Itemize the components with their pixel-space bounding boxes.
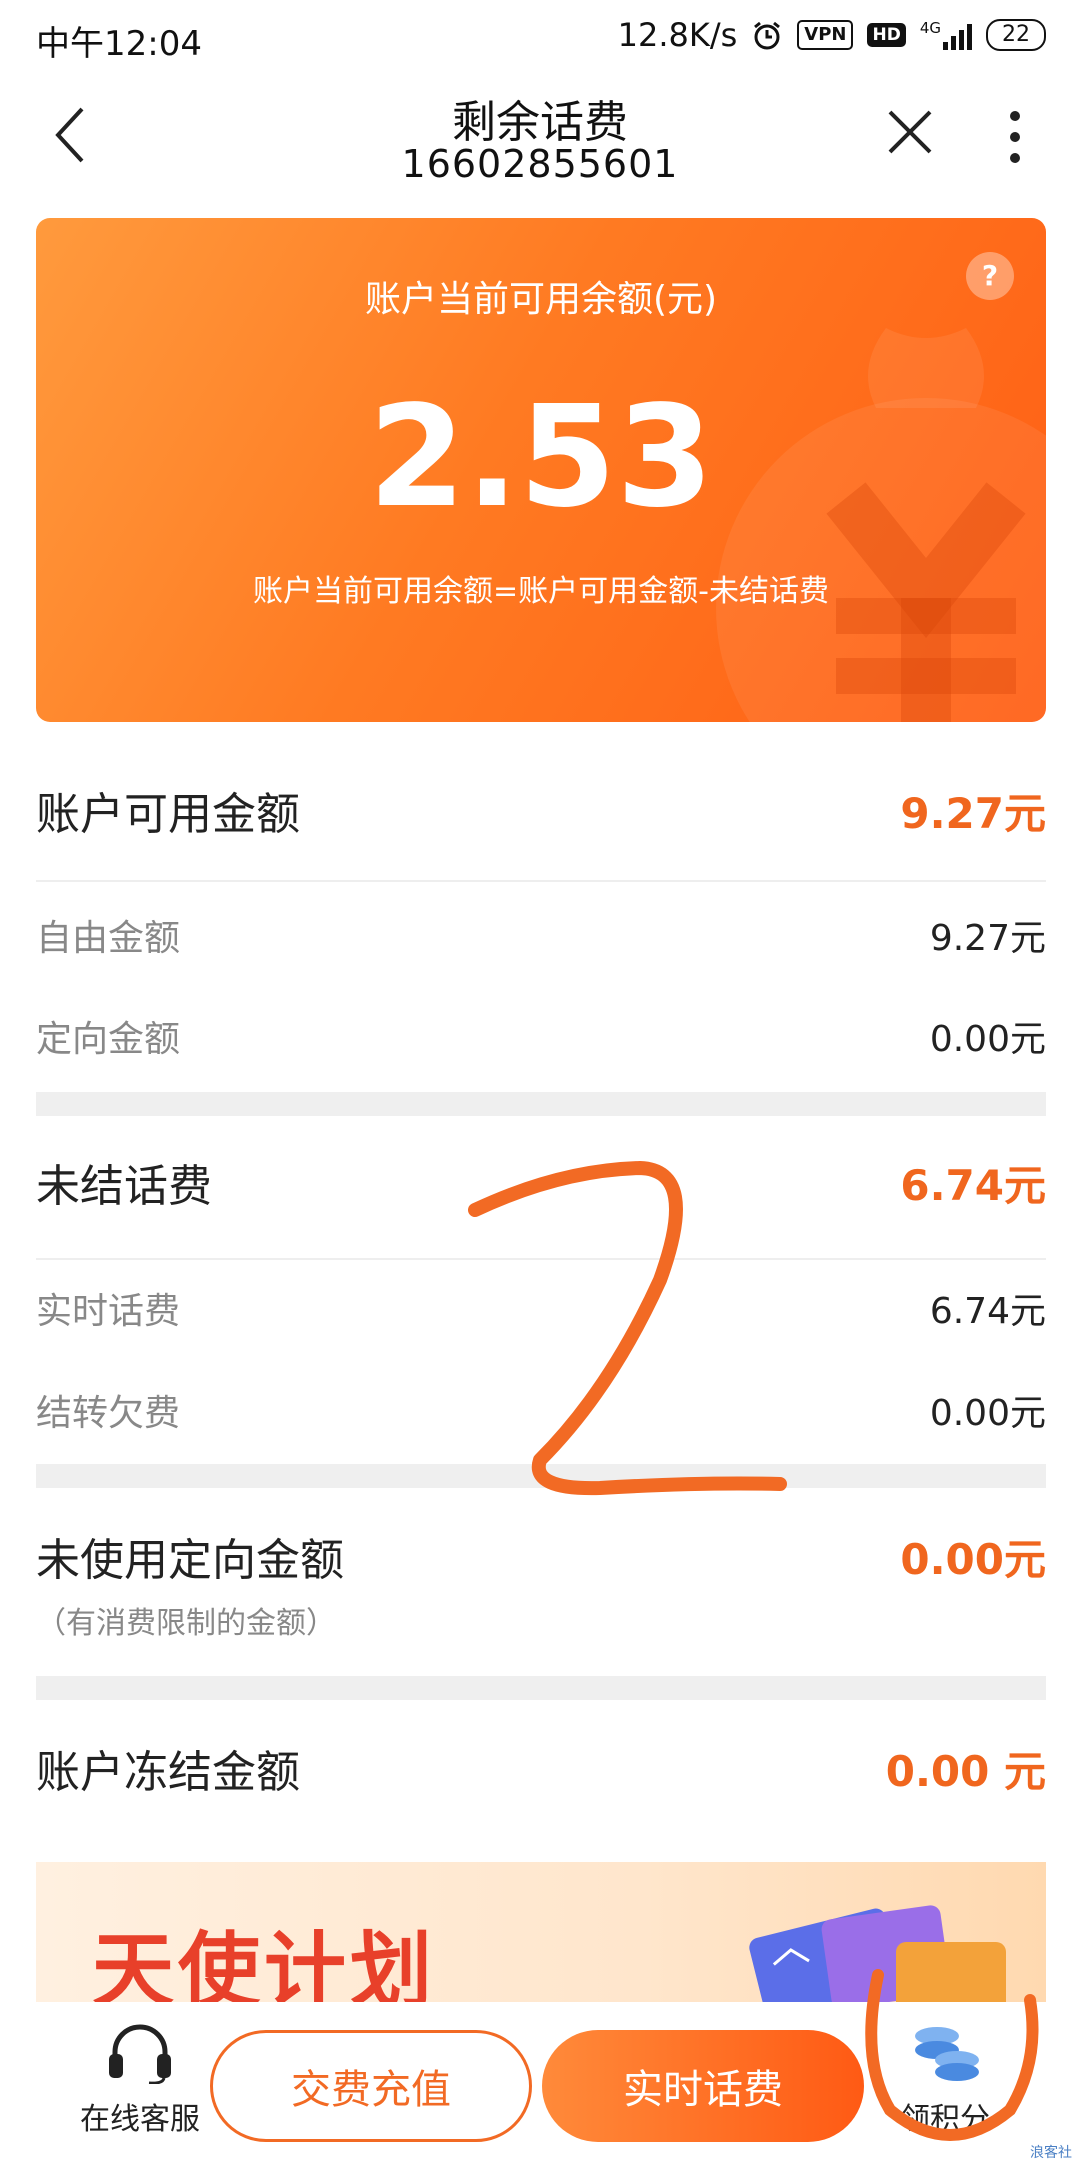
frozen-amount-value: 0.00 元 [885, 1746, 1046, 1796]
close-icon [888, 110, 932, 154]
pay-recharge-button[interactable]: 交费充值 [210, 2030, 532, 2142]
realtime-fee-button[interactable]: 实时话费 [542, 2030, 864, 2142]
free-amount-label: 自由金额 [36, 918, 181, 959]
status-icons: 12.8K/s VPN HD 4G 22 [618, 16, 1046, 54]
directed-amount-value: 0.00元 [929, 1019, 1046, 1060]
carryover-debt-label: 结转欠费 [36, 1393, 181, 1434]
divider [36, 880, 1046, 882]
balance-amount: 2.53 [368, 376, 714, 539]
banner-title: 天使计划 [92, 1924, 437, 2012]
unused-directed-row: 未使用定向金额 0.00元 [36, 1516, 1046, 1596]
close-button[interactable] [880, 102, 940, 162]
more-dot [1010, 153, 1020, 163]
claim-points-label: 领积分 [900, 2102, 990, 2137]
section-separator [36, 1464, 1046, 1488]
realtime-fee-value: 6.74元 [929, 1291, 1046, 1332]
carryover-debt-value: 0.00元 [929, 1393, 1046, 1434]
available-amount-row: 账户可用金额 9.27元 [36, 770, 1046, 850]
unused-directed-note: （有消费限制的金额） [36, 1606, 336, 1641]
status-time: 中午12:04 [36, 24, 202, 64]
unused-directed-value: 0.00元 [900, 1534, 1046, 1584]
unsettled-fee-value: 6.74元 [900, 1160, 1046, 1210]
headset-icon [109, 2024, 171, 2085]
cards-illustration-icon [749, 1905, 1006, 2012]
vpn-icon: VPN [797, 20, 854, 50]
bottom-bar: 在线客服 交费充值 实时话费 领积分 [0, 2002, 1080, 2160]
divider [36, 1258, 1046, 1260]
balance-label: 账户当前可用余额(元) [364, 279, 718, 320]
coins-icon [915, 2027, 979, 2081]
more-dot [1010, 111, 1020, 121]
balance-card: ? 账户当前可用余额(元) 2.53 账户当前可用余额=账户可用金额-未结话费 [36, 218, 1046, 722]
unsettled-fee-row: 未结话费 6.74元 [36, 1142, 1046, 1222]
available-amount-label: 账户可用金额 [36, 789, 300, 840]
section-separator [36, 1092, 1046, 1116]
free-amount-value: 9.27元 [929, 918, 1046, 959]
frozen-amount-label: 账户冻结金额 [36, 1747, 300, 1798]
frozen-amount-row: 账户冻结金额 0.00 元 [36, 1728, 1046, 1808]
directed-amount-label: 定向金额 [36, 1019, 181, 1060]
more-button[interactable] [990, 102, 1040, 172]
balance-formula: 账户当前可用余额=账户可用金额-未结话费 [253, 574, 829, 609]
section-separator [36, 1676, 1046, 1700]
alarm-icon [754, 21, 781, 50]
battery-icon: 22 [986, 19, 1046, 51]
realtime-fee-label: 实时话费 [36, 1291, 181, 1332]
online-service-button[interactable]: 在线客服 [60, 2022, 220, 2142]
network-type: 4G [919, 19, 941, 37]
directed-amount-row: 定向金额 0.00元 [36, 1006, 1046, 1066]
promo-banner[interactable]: 天使计划 [36, 1862, 1046, 2012]
watermark: 浪客社区 [1030, 2145, 1072, 2160]
hd-icon: HD [867, 23, 906, 47]
online-service-label: 在线客服 [80, 2102, 200, 2137]
available-amount-value: 9.27元 [900, 788, 1046, 838]
unused-directed-label: 未使用定向金额 [36, 1535, 344, 1586]
header: 剩余话费 16602855601 [0, 80, 1080, 200]
carryover-debt-row: 结转欠费 0.00元 [36, 1380, 1046, 1440]
claim-points-button[interactable]: 领积分 [880, 2022, 1010, 2142]
unsettled-fee-label: 未结话费 [36, 1161, 212, 1212]
free-amount-row: 自由金额 9.27元 [36, 905, 1046, 965]
network-speed: 12.8K/s [617, 16, 738, 54]
signal-icon: 4G [920, 20, 972, 50]
more-dot [1010, 132, 1020, 142]
realtime-fee-row: 实时话费 6.74元 [36, 1278, 1046, 1338]
status-bar: 中午12:04 12.8K/s VPN HD 4G 22 [0, 0, 1080, 80]
